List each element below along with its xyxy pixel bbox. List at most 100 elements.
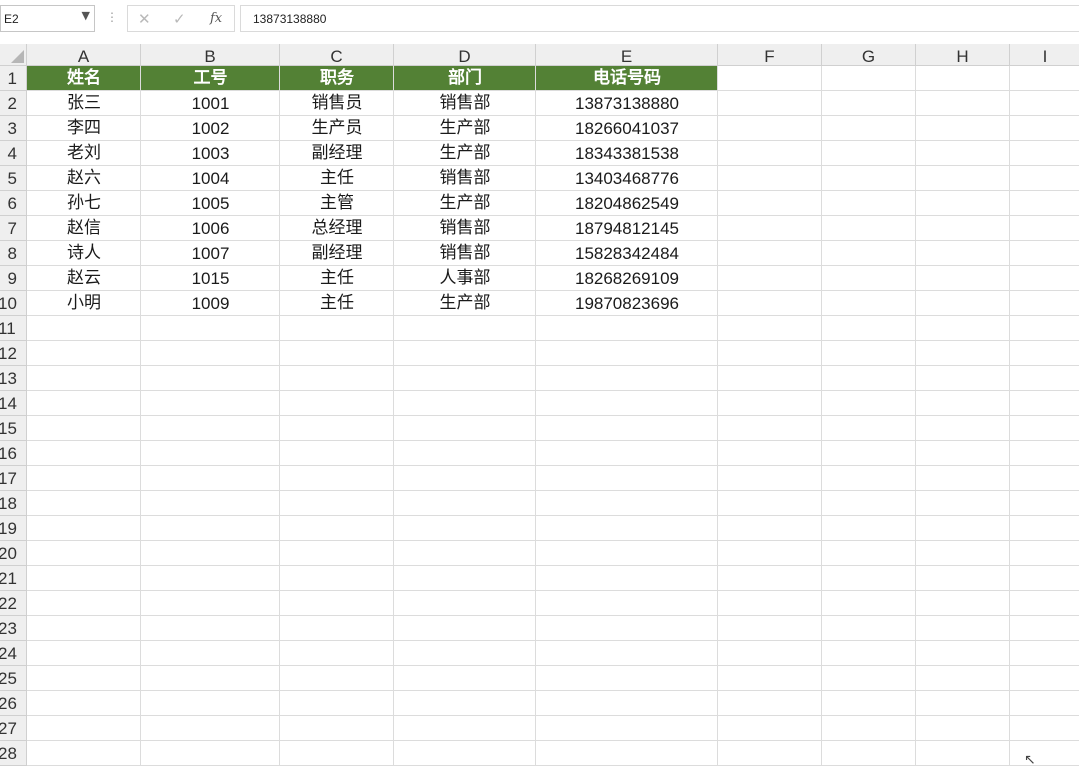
row-header-27[interactable]: 27 (0, 716, 27, 741)
cell-c10[interactable]: 主任 (280, 291, 394, 316)
column-header-i[interactable]: I (1010, 44, 1079, 66)
name-box[interactable]: E2 ▼ (0, 5, 95, 32)
row-header-19[interactable]: 19 (0, 516, 27, 541)
cell-c7[interactable]: 总经理 (280, 216, 394, 241)
cell-a10[interactable]: 小明 (27, 291, 141, 316)
row-header-8[interactable]: 8 (0, 241, 27, 266)
row-header-11[interactable]: 11 (0, 316, 27, 341)
row-header-6[interactable]: 6 (0, 191, 27, 216)
row-header-17[interactable]: 17 (0, 466, 27, 491)
gridline-horizontal (27, 490, 1079, 491)
cell-d5[interactable]: 销售部 (394, 166, 536, 191)
cell-b3[interactable]: 1002 (141, 116, 280, 141)
cell-a4[interactable]: 老刘 (27, 141, 141, 166)
cell-e5[interactable]: 13403468776 (536, 166, 718, 191)
cell-c3[interactable]: 生产员 (280, 116, 394, 141)
column-header-h[interactable]: H (916, 44, 1010, 66)
cell-b10[interactable]: 1009 (141, 291, 280, 316)
drag-handle-icon[interactable]: ⋮ (106, 10, 118, 24)
row-header-22[interactable]: 22 (0, 591, 27, 616)
header-cell-d1[interactable]: 部门 (394, 66, 536, 91)
row-header-14[interactable]: 14 (0, 391, 27, 416)
row-header-10[interactable]: 10 (0, 291, 27, 316)
cell-c6[interactable]: 主管 (280, 191, 394, 216)
cell-e2[interactable]: 13873138880 (536, 91, 718, 116)
select-all-button[interactable] (0, 44, 27, 66)
cell-e8[interactable]: 15828342484 (536, 241, 718, 266)
cell-d3[interactable]: 生产部 (394, 116, 536, 141)
cell-d9[interactable]: 人事部 (394, 266, 536, 291)
row-header-9[interactable]: 9 (0, 266, 27, 291)
row-header-24[interactable]: 24 (0, 641, 27, 666)
cell-d7[interactable]: 销售部 (394, 216, 536, 241)
cancel-icon[interactable]: ✕ (138, 10, 151, 28)
cell-a7[interactable]: 赵信 (27, 216, 141, 241)
row-header-12[interactable]: 12 (0, 341, 27, 366)
cell-d6[interactable]: 生产部 (394, 191, 536, 216)
cell-b9[interactable]: 1015 (141, 266, 280, 291)
formula-value[interactable]: 13873138880 (253, 12, 326, 26)
row-header-28[interactable]: 28 (0, 741, 27, 766)
cell-c8[interactable]: 副经理 (280, 241, 394, 266)
row-header-21[interactable]: 21 (0, 566, 27, 591)
column-header-a[interactable]: A (27, 44, 141, 66)
cell-d2[interactable]: 销售部 (394, 91, 536, 116)
column-header-e[interactable]: E (536, 44, 718, 66)
cell-c9[interactable]: 主任 (280, 266, 394, 291)
cell-e9[interactable]: 18268269109 (536, 266, 718, 291)
header-cell-a1[interactable]: 姓名 (27, 66, 141, 91)
cell-d10[interactable]: 生产部 (394, 291, 536, 316)
cell-a8[interactable]: 诗人 (27, 241, 141, 266)
column-header-c[interactable]: C (280, 44, 394, 66)
cell-b4[interactable]: 1003 (141, 141, 280, 166)
row-header-7[interactable]: 7 (0, 216, 27, 241)
row-header-20[interactable]: 20 (0, 541, 27, 566)
header-cell-c1[interactable]: 职务 (280, 66, 394, 91)
cell-a6[interactable]: 孙七 (27, 191, 141, 216)
cell-c4[interactable]: 副经理 (280, 141, 394, 166)
cell-a5[interactable]: 赵六 (27, 166, 141, 191)
cell-a9[interactable]: 赵云 (27, 266, 141, 291)
row-header-23[interactable]: 23 (0, 616, 27, 641)
row-header-4[interactable]: 4 (0, 141, 27, 166)
column-header-b[interactable]: B (141, 44, 280, 66)
cell-b5[interactable]: 1004 (141, 166, 280, 191)
cell-e10[interactable]: 19870823696 (536, 291, 718, 316)
insert-function-icon[interactable]: fx (210, 11, 222, 26)
cell-b7[interactable]: 1006 (141, 216, 280, 241)
row-header-15[interactable]: 15 (0, 416, 27, 441)
column-header-g[interactable]: G (822, 44, 916, 66)
row-header-3[interactable]: 3 (0, 116, 27, 141)
cell-b2[interactable]: 1001 (141, 91, 280, 116)
cell-e3[interactable]: 18266041037 (536, 116, 718, 141)
cell-b8[interactable]: 1007 (141, 241, 280, 266)
column-header-d[interactable]: D (394, 44, 536, 66)
cell-e4[interactable]: 18343381538 (536, 141, 718, 166)
row-header-5[interactable]: 5 (0, 166, 27, 191)
name-box-value[interactable]: E2 (4, 12, 19, 26)
cell-d4[interactable]: 生产部 (394, 141, 536, 166)
chevron-down-icon[interactable]: ▼ (82, 9, 90, 22)
cell-e6[interactable]: 18204862549 (536, 191, 718, 216)
header-cell-b1[interactable]: 工号 (141, 66, 280, 91)
cell-c5[interactable]: 主任 (280, 166, 394, 191)
column-header-f[interactable]: F (718, 44, 822, 66)
formula-input[interactable]: 13873138880 (240, 5, 1079, 32)
row-header-16[interactable]: 16 (0, 441, 27, 466)
cell-a2[interactable]: 张三 (27, 91, 141, 116)
cell-a3[interactable]: 李四 (27, 116, 141, 141)
enter-icon[interactable]: ✓ (173, 10, 186, 28)
row-header-18[interactable]: 18 (0, 491, 27, 516)
cell-e7[interactable]: 18794812145 (536, 216, 718, 241)
header-cell-e1[interactable]: 电话号码 (536, 66, 718, 91)
row-header-2[interactable]: 2 (0, 91, 27, 116)
cell-b6[interactable]: 1005 (141, 191, 280, 216)
row-header-26[interactable]: 26 (0, 691, 27, 716)
row-header-13[interactable]: 13 (0, 366, 27, 391)
worksheet-grid[interactable]: ABCDEFGHI 123456789101112131415161718192… (0, 44, 1079, 766)
row-header-25[interactable]: 25 (0, 666, 27, 691)
row-header-1[interactable]: 1 (0, 66, 27, 91)
cell-c2[interactable]: 销售员 (280, 91, 394, 116)
cell-d8[interactable]: 销售部 (394, 241, 536, 266)
gridline-horizontal (27, 690, 1079, 691)
